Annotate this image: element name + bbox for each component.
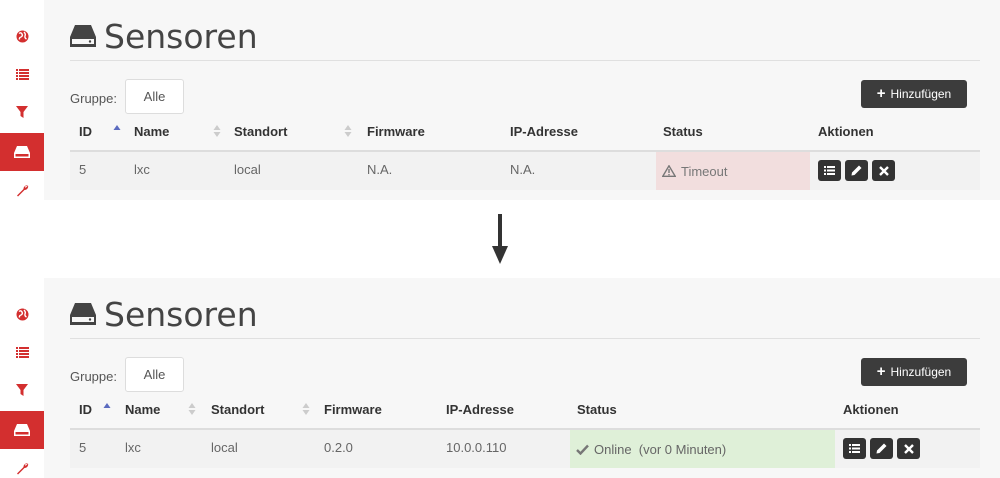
- sidebar-item-sensors[interactable]: [0, 133, 44, 171]
- details-icon: [849, 444, 860, 453]
- cell-name: lxc: [134, 162, 150, 177]
- sort-icon: [302, 403, 310, 415]
- delete-button[interactable]: [872, 160, 895, 181]
- list-icon: [15, 68, 29, 80]
- add-button-label: Hinzufügen: [890, 87, 952, 101]
- sidebar: [0, 278, 44, 478]
- edit-button[interactable]: [870, 438, 893, 459]
- screenshot-before: Sensoren + Hinzufügen Gruppe: Alle ID Na…: [0, 0, 1000, 200]
- column-header-location[interactable]: Standort: [211, 402, 264, 417]
- edit-button[interactable]: [845, 160, 868, 181]
- details-button[interactable]: [818, 160, 841, 181]
- divider: [70, 338, 980, 339]
- sort-asc-icon: [113, 125, 121, 130]
- divider: [70, 60, 980, 61]
- drive-icon: [14, 424, 30, 436]
- wrench-icon: [16, 184, 28, 196]
- cell-ip: N.A.: [510, 162, 536, 177]
- cell-firmware: 0.2.0: [324, 440, 353, 455]
- edit-icon: [851, 165, 862, 176]
- sidebar-item-settings[interactable]: [0, 176, 44, 200]
- drive-icon: [70, 303, 96, 325]
- edit-icon: [876, 443, 887, 454]
- drive-icon: [14, 146, 30, 158]
- page-title: Sensoren: [104, 294, 258, 334]
- cell-location: local: [211, 440, 238, 455]
- delete-icon: [878, 165, 889, 176]
- delete-button[interactable]: [897, 438, 920, 459]
- column-header-name[interactable]: Name: [134, 124, 169, 139]
- add-sensor-button[interactable]: + Hinzufügen: [861, 358, 967, 386]
- group-select[interactable]: Alle: [125, 79, 184, 114]
- column-header-ip[interactable]: IP-Adresse: [446, 402, 514, 417]
- status-badge: Timeout: [656, 152, 810, 190]
- sidebar-item-filter[interactable]: [0, 376, 44, 404]
- column-header-location[interactable]: Standort: [234, 124, 287, 139]
- column-header-status[interactable]: Status: [663, 124, 703, 139]
- globe-icon: [16, 30, 28, 42]
- add-button-label: Hinzufügen: [890, 365, 952, 379]
- wrench-icon: [16, 462, 28, 474]
- group-label: Gruppe:: [70, 369, 117, 384]
- cell-ip: 10.0.0.110: [446, 440, 507, 455]
- sidebar-item-sensors[interactable]: [0, 411, 44, 449]
- sidebar-item-list[interactable]: [0, 60, 44, 88]
- page-header: Sensoren: [70, 292, 258, 336]
- add-sensor-button[interactable]: + Hinzufügen: [861, 80, 967, 108]
- cell-name: lxc: [125, 440, 141, 455]
- list-icon: [15, 346, 29, 358]
- column-header-ip[interactable]: IP-Adresse: [510, 124, 578, 139]
- group-select-value: Alle: [143, 89, 166, 104]
- column-header-actions: Aktionen: [818, 124, 874, 139]
- sidebar-item-settings[interactable]: [0, 454, 44, 478]
- group-label: Gruppe:: [70, 91, 117, 106]
- sort-icon: [344, 125, 352, 137]
- sidebar-item-list[interactable]: [0, 338, 44, 366]
- details-icon: [824, 166, 835, 175]
- sort-asc-icon: [103, 403, 111, 408]
- sidebar-item-dashboard[interactable]: [0, 22, 44, 50]
- column-header-id[interactable]: ID: [79, 124, 92, 139]
- column-header-status[interactable]: Status: [577, 402, 617, 417]
- drive-icon: [70, 25, 96, 47]
- page-title: Sensoren: [104, 16, 258, 56]
- screenshot-after: Sensoren + Hinzufügen Gruppe: Alle ID Na…: [0, 278, 1000, 478]
- sort-icon: [213, 125, 221, 137]
- cell-firmware: N.A.: [367, 162, 393, 177]
- arrow-down-icon: [492, 214, 508, 264]
- details-button[interactable]: [843, 438, 866, 459]
- warning-icon: [662, 165, 676, 177]
- cell-id: 5: [79, 440, 87, 455]
- sidebar-item-dashboard[interactable]: [0, 300, 44, 328]
- plus-icon: +: [876, 85, 886, 102]
- sort-icon: [188, 403, 196, 415]
- column-header-id[interactable]: ID: [79, 402, 92, 417]
- filter-icon: [16, 383, 28, 396]
- plus-icon: +: [876, 363, 886, 380]
- column-header-actions: Aktionen: [843, 402, 899, 417]
- group-select-value: Alle: [143, 367, 166, 382]
- check-icon: [576, 444, 589, 455]
- column-header-firmware[interactable]: Firmware: [324, 402, 382, 417]
- filter-icon: [16, 105, 28, 118]
- column-header-name[interactable]: Name: [125, 402, 160, 417]
- globe-icon: [16, 308, 28, 320]
- status-badge: Online (vor 0 Minuten): [570, 430, 835, 468]
- group-select[interactable]: Alle: [125, 357, 184, 392]
- cell-id: 5: [79, 162, 87, 177]
- status-text: Timeout: [681, 163, 728, 179]
- sidebar-item-filter[interactable]: [0, 98, 44, 126]
- page-header: Sensoren: [70, 14, 258, 58]
- sidebar: [0, 0, 44, 200]
- column-header-firmware[interactable]: Firmware: [367, 124, 425, 139]
- cell-location: local: [234, 162, 261, 177]
- status-text: Online (vor 0 Minuten): [594, 441, 727, 457]
- delete-icon: [903, 443, 914, 454]
